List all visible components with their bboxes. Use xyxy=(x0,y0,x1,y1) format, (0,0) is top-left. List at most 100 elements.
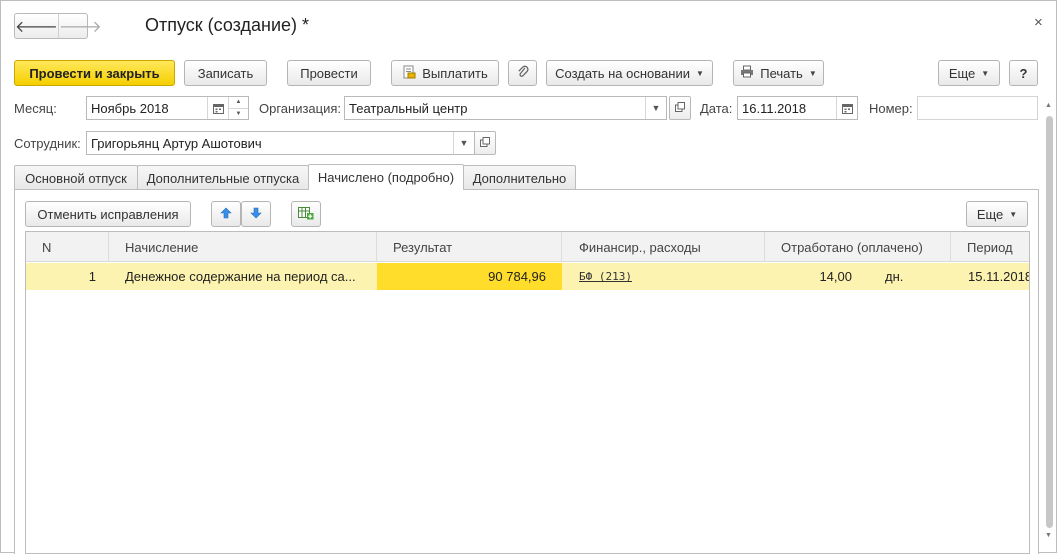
month-field[interactable]: Ноябрь 2018 ▲ ▼ xyxy=(86,96,249,120)
cell-financing[interactable]: БФ (213) xyxy=(579,263,759,290)
month-value: Ноябрь 2018 xyxy=(91,100,169,116)
tab-additional[interactable]: Дополнительно xyxy=(463,165,576,190)
caret-down-icon: ▼ xyxy=(981,68,990,78)
column-header-label: Финансир., расходы xyxy=(579,239,701,255)
scroll-down-icon[interactable]: ▼ xyxy=(1045,532,1052,539)
calendar-icon[interactable] xyxy=(836,97,857,119)
save-button[interactable]: Записать xyxy=(184,60,267,86)
post-label: Провести xyxy=(300,65,358,81)
cell-worked: 14,00 xyxy=(819,269,852,284)
tab-additional-leaves[interactable]: Дополнительные отпуска xyxy=(137,165,309,190)
column-header-period[interactable]: Период xyxy=(951,232,1029,262)
cell-accrual: Денежное содержание на период са... xyxy=(125,269,356,284)
column-header-worked[interactable]: Отработано (оплачено) xyxy=(765,232,951,262)
cancel-corrections-label: Отменить исправления xyxy=(37,206,179,222)
accruals-table: N Начисление Результат Финансир., расход… xyxy=(25,231,1030,554)
nav-buttons: 🡐 🡒 xyxy=(14,13,102,39)
printer-icon xyxy=(740,65,754,81)
month-label: Месяц: xyxy=(14,101,57,116)
table-more-button[interactable]: Еще ▼ xyxy=(966,201,1028,227)
column-header-n[interactable]: N xyxy=(26,232,109,262)
open-organization-button[interactable] xyxy=(669,96,691,120)
back-button[interactable]: 🡐 xyxy=(15,14,58,38)
column-header-label: Период xyxy=(967,239,1013,255)
table-more-label: Еще xyxy=(976,206,1004,222)
financing-link[interactable]: БФ (213) xyxy=(579,270,632,283)
number-label: Номер: xyxy=(869,101,913,116)
scroll-up-icon[interactable]: ▲ xyxy=(1045,102,1052,109)
move-up-button[interactable] xyxy=(211,201,241,227)
employee-label: Сотрудник: xyxy=(14,136,81,151)
date-label: Дата: xyxy=(700,101,733,116)
tab-main-leave[interactable]: Основной отпуск xyxy=(14,165,138,190)
more-label: Еще xyxy=(948,65,976,81)
pay-document-icon xyxy=(402,65,416,82)
column-header-accrual[interactable]: Начисление xyxy=(109,232,377,262)
cell-result[interactable]: 90 784,96 xyxy=(377,263,562,290)
column-header-label: Начисление xyxy=(125,239,199,255)
column-header-label: Отработано (оплачено) xyxy=(781,239,923,255)
column-header-financing[interactable]: Финансир., расходы xyxy=(562,232,765,262)
post-and-close-label: Провести и закрыть xyxy=(29,65,160,81)
window-scrollbar[interactable]: ▲ ▼ xyxy=(1044,96,1056,544)
arrow-down-icon xyxy=(250,207,262,222)
create-based-on-label: Создать на основании xyxy=(555,65,690,81)
tab-label: Начислено (подробно) xyxy=(317,170,455,185)
arrow-right-icon: 🡒 xyxy=(58,18,102,36)
create-based-on-button[interactable]: Создать на основании ▼ xyxy=(546,60,713,86)
table-settings-button[interactable] xyxy=(291,201,321,227)
forward-button[interactable]: 🡒 xyxy=(57,14,102,38)
document-window: 🡐 🡒 Отпуск (создание) * × Провести и зак… xyxy=(0,0,1057,554)
tab-accrued-detailed[interactable]: Начислено (подробно) xyxy=(308,164,464,190)
column-header-label: N xyxy=(42,239,52,255)
save-label: Записать xyxy=(197,65,254,81)
arrow-up-icon xyxy=(220,207,232,222)
tab-label: Дополнительные отпуска xyxy=(146,170,300,186)
tab-label: Дополнительно xyxy=(472,170,567,186)
organization-value: Театральный центр xyxy=(349,100,468,116)
date-field[interactable]: 16.11.2018 xyxy=(737,96,858,120)
employee-field[interactable]: Григорьянц Артур Ашотович ▼ xyxy=(86,131,475,155)
cancel-corrections-button[interactable]: Отменить исправления xyxy=(25,201,191,227)
help-button[interactable]: ? xyxy=(1009,60,1038,86)
scrollbar-thumb[interactable] xyxy=(1046,116,1053,528)
more-button[interactable]: Еще ▼ xyxy=(938,60,1000,86)
calendar-icon[interactable] xyxy=(207,97,228,119)
print-button[interactable]: Печать ▼ xyxy=(733,60,824,86)
tab-label: Основной отпуск xyxy=(25,170,127,186)
help-label: ? xyxy=(1019,65,1028,81)
arrow-left-icon: 🡐 xyxy=(15,18,58,36)
caret-down-icon: ▼ xyxy=(1009,209,1018,219)
cell-unit: дн. xyxy=(885,269,904,284)
pay-label: Выплатить xyxy=(422,65,488,81)
open-link-icon xyxy=(480,136,490,150)
attach-button[interactable] xyxy=(508,60,537,86)
open-link-icon xyxy=(675,101,685,115)
move-down-button[interactable] xyxy=(241,201,271,227)
window-title: Отпуск (создание) * xyxy=(145,15,310,35)
paperclip-icon xyxy=(516,65,530,82)
close-button[interactable]: × xyxy=(1034,14,1043,31)
table-add-icon xyxy=(298,206,314,223)
table-row[interactable]: 1 Денежное содержание на период са... 90… xyxy=(26,263,1030,290)
pay-button[interactable]: Выплатить xyxy=(391,60,499,86)
post-and-close-button[interactable]: Провести и закрыть xyxy=(14,60,175,86)
table-header: N Начисление Результат Финансир., расход… xyxy=(26,232,1029,262)
print-label: Печать xyxy=(760,65,803,81)
caret-down-icon: ▼ xyxy=(695,68,704,78)
open-employee-button[interactable] xyxy=(474,131,496,155)
dropdown-icon[interactable]: ▼ xyxy=(645,97,666,119)
column-header-result[interactable]: Результат xyxy=(377,232,562,262)
cell-n: 1 xyxy=(88,269,96,284)
number-field[interactable] xyxy=(917,96,1038,120)
date-value: 16.11.2018 xyxy=(742,100,807,116)
spin-up-icon[interactable]: ▲ xyxy=(229,97,248,108)
organization-label: Организация: xyxy=(259,101,342,116)
month-spinner[interactable]: ▲ ▼ xyxy=(228,97,248,119)
cell-period: 15.11.2018 xyxy=(968,269,1030,284)
dropdown-icon[interactable]: ▼ xyxy=(453,132,474,154)
post-button[interactable]: Провести xyxy=(287,60,371,86)
column-header-label: Результат xyxy=(393,239,453,255)
spin-down-icon[interactable]: ▼ xyxy=(229,107,248,120)
organization-field[interactable]: Театральный центр ▼ xyxy=(344,96,667,120)
